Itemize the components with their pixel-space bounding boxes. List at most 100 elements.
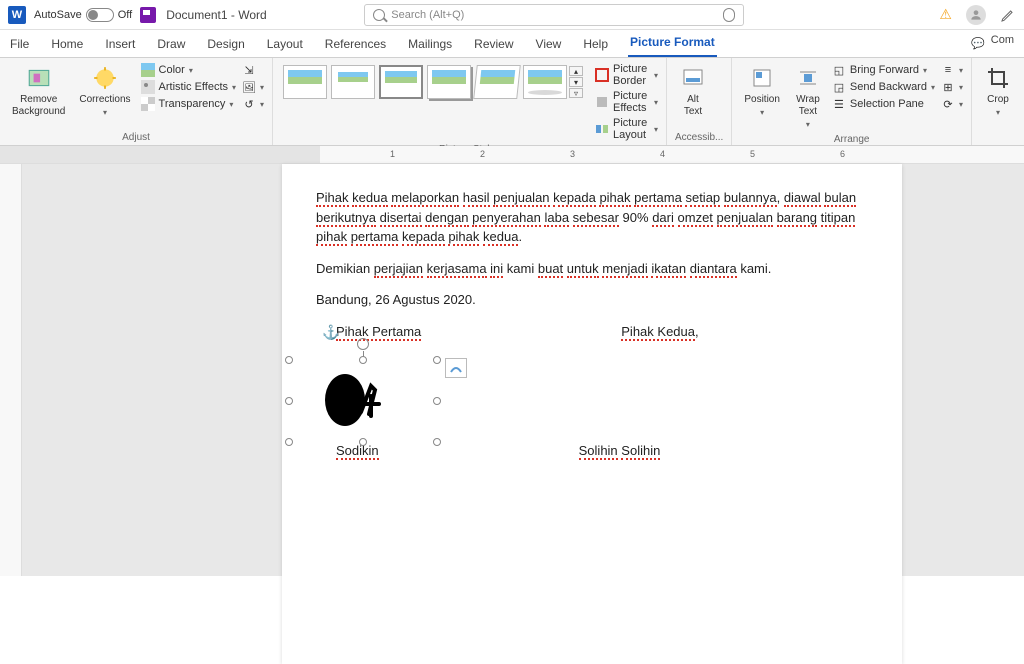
transparency-button[interactable]: Transparency ▾ xyxy=(141,96,237,112)
paragraph-2[interactable]: Demikian perjajian kerjasama ini kami bu… xyxy=(316,259,868,279)
send-backward-button[interactable]: ◲Send Backward ▾ xyxy=(832,79,935,95)
toggle-icon[interactable] xyxy=(86,8,114,22)
paragraph-1[interactable]: Pihak kedua melaporkan hasil penjualan k… xyxy=(316,188,868,247)
resize-handle-se[interactable] xyxy=(433,438,441,446)
artistic-effects-button[interactable]: Artistic Effects ▾ xyxy=(141,79,237,95)
tab-file[interactable]: File xyxy=(8,37,31,57)
corrections-button[interactable]: Corrections ▾ xyxy=(75,62,134,120)
group-adjust: Remove Background Corrections ▾ Color ▾ … xyxy=(0,58,273,145)
position-button[interactable]: Position▾ xyxy=(740,62,784,120)
person-icon xyxy=(969,8,983,22)
signature-ink xyxy=(319,368,399,434)
resize-handle-n[interactable] xyxy=(359,356,367,364)
bring-forward-button[interactable]: ◱Bring Forward ▾ xyxy=(832,62,935,78)
group-label-access: Accessib... xyxy=(675,130,723,143)
ribbon: Remove Background Corrections ▾ Color ▾ … xyxy=(0,58,1024,146)
group-arrange: Position▾ Wrap Text▾ ◱Bring Forward ▾ ◲S… xyxy=(732,58,972,145)
document-title: Document1 - Word xyxy=(166,8,266,22)
page[interactable]: Pihak kedua melaporkan hasil penjualan k… xyxy=(282,164,902,664)
remove-background-button[interactable]: Remove Background xyxy=(8,62,69,120)
picture-style-3[interactable] xyxy=(379,65,423,99)
resize-handle-w[interactable] xyxy=(285,397,293,405)
picture-style-4[interactable] xyxy=(427,65,471,99)
autosave-toggle[interactable]: AutoSave Off xyxy=(34,8,132,22)
selection-pane-button[interactable]: ☰Selection Pane xyxy=(832,96,935,112)
warning-icon[interactable]: ⚠ xyxy=(939,6,952,23)
search-placeholder: Search (Alt+Q) xyxy=(391,9,464,21)
chevron-down-icon: ▾ xyxy=(103,108,107,118)
transparency-icon xyxy=(141,97,155,111)
date-line[interactable]: Bandung, 26 Agustus 2020. xyxy=(316,290,868,310)
align-button[interactable]: ≡▾ xyxy=(941,62,963,78)
account-avatar[interactable] xyxy=(966,5,986,25)
resize-handle-s[interactable] xyxy=(359,438,367,446)
tab-picture-format[interactable]: Picture Format xyxy=(628,35,717,57)
tab-references[interactable]: References xyxy=(323,37,388,57)
autosave-label: AutoSave xyxy=(34,9,82,21)
draw-pen-icon[interactable] xyxy=(1000,7,1016,23)
resize-handle-nw[interactable] xyxy=(285,356,293,364)
tab-draw[interactable]: Draw xyxy=(155,37,187,57)
tab-design[interactable]: Design xyxy=(205,37,246,57)
tab-home[interactable]: Home xyxy=(49,37,85,57)
change-picture-button[interactable]: 🖼▾ xyxy=(242,79,264,95)
picture-layout-button[interactable]: Picture Layout ▾ xyxy=(595,116,658,142)
rotate-button[interactable]: ⟳▾ xyxy=(941,96,963,112)
tab-insert[interactable]: Insert xyxy=(103,37,137,57)
picture-style-5[interactable] xyxy=(473,65,521,99)
tab-review[interactable]: Review xyxy=(472,37,515,57)
alt-text-button[interactable]: Alt Text xyxy=(675,62,711,120)
save-icon[interactable] xyxy=(140,7,156,23)
wrap-text-button[interactable]: Wrap Text▾ xyxy=(790,62,826,132)
border-icon xyxy=(595,68,609,82)
picture-border-button[interactable]: Picture Border ▾ xyxy=(595,62,658,88)
rotate-handle[interactable] xyxy=(357,338,369,350)
gallery-more[interactable]: ▴▾▿ xyxy=(569,62,583,102)
position-icon xyxy=(748,64,776,92)
picture-style-2[interactable] xyxy=(331,65,375,99)
effects-icon xyxy=(595,95,609,109)
reset-picture-button[interactable]: ↺▾ xyxy=(242,96,264,112)
tab-help[interactable]: Help xyxy=(581,37,610,57)
party-1-label[interactable]: Pihak Pertama xyxy=(336,324,421,341)
selected-image[interactable] xyxy=(288,359,438,443)
color-button[interactable]: Color ▾ xyxy=(141,62,237,78)
rotate-icon: ⟳ xyxy=(941,97,955,111)
name-1[interactable]: Sodikin xyxy=(336,443,379,460)
bring-forward-icon: ◱ xyxy=(832,63,846,77)
name-2b[interactable]: Solihin xyxy=(621,443,660,460)
search-box[interactable]: Search (Alt+Q) xyxy=(364,4,744,26)
change-picture-icon: 🖼 xyxy=(242,80,256,94)
compress-button[interactable]: ⇲ xyxy=(242,62,264,78)
comments-button[interactable]: 💬 Com xyxy=(969,34,1018,58)
party-2-label[interactable]: Pihak Kedua xyxy=(621,324,695,341)
alt-text-icon xyxy=(679,64,707,92)
resize-handle-ne[interactable] xyxy=(433,356,441,364)
tab-view[interactable]: View xyxy=(534,37,564,57)
resize-handle-sw[interactable] xyxy=(285,438,293,446)
selection-pane-icon: ☰ xyxy=(832,97,846,111)
anchor-icon: ⚓ xyxy=(322,322,339,343)
corrections-icon xyxy=(91,64,119,92)
picture-style-6[interactable] xyxy=(523,65,567,99)
artistic-icon xyxy=(141,80,155,94)
resize-handle-e[interactable] xyxy=(433,397,441,405)
layout-options-button[interactable] xyxy=(445,358,467,378)
tab-mailings[interactable]: Mailings xyxy=(406,37,454,57)
picture-style-1[interactable] xyxy=(283,65,327,99)
vertical-ruler[interactable] xyxy=(0,164,22,576)
autosave-state: Off xyxy=(118,9,132,21)
group-button[interactable]: ⊞▾ xyxy=(941,79,963,95)
layout-icon xyxy=(595,122,609,136)
send-backward-icon: ◲ xyxy=(832,80,846,94)
layout-options-icon xyxy=(449,362,463,374)
mic-icon[interactable] xyxy=(723,8,735,22)
tab-layout[interactable]: Layout xyxy=(265,37,305,57)
group-label-arrange: Arrange xyxy=(740,132,963,145)
search-icon xyxy=(373,9,385,21)
horizontal-ruler[interactable]: 1 2 3 4 5 6 xyxy=(0,146,1024,164)
name-2a[interactable]: Solihin xyxy=(579,443,618,460)
reset-icon: ↺ xyxy=(242,97,256,111)
crop-button[interactable]: Crop▾ xyxy=(980,62,1016,120)
picture-effects-button[interactable]: Picture Effects ▾ xyxy=(595,89,658,115)
